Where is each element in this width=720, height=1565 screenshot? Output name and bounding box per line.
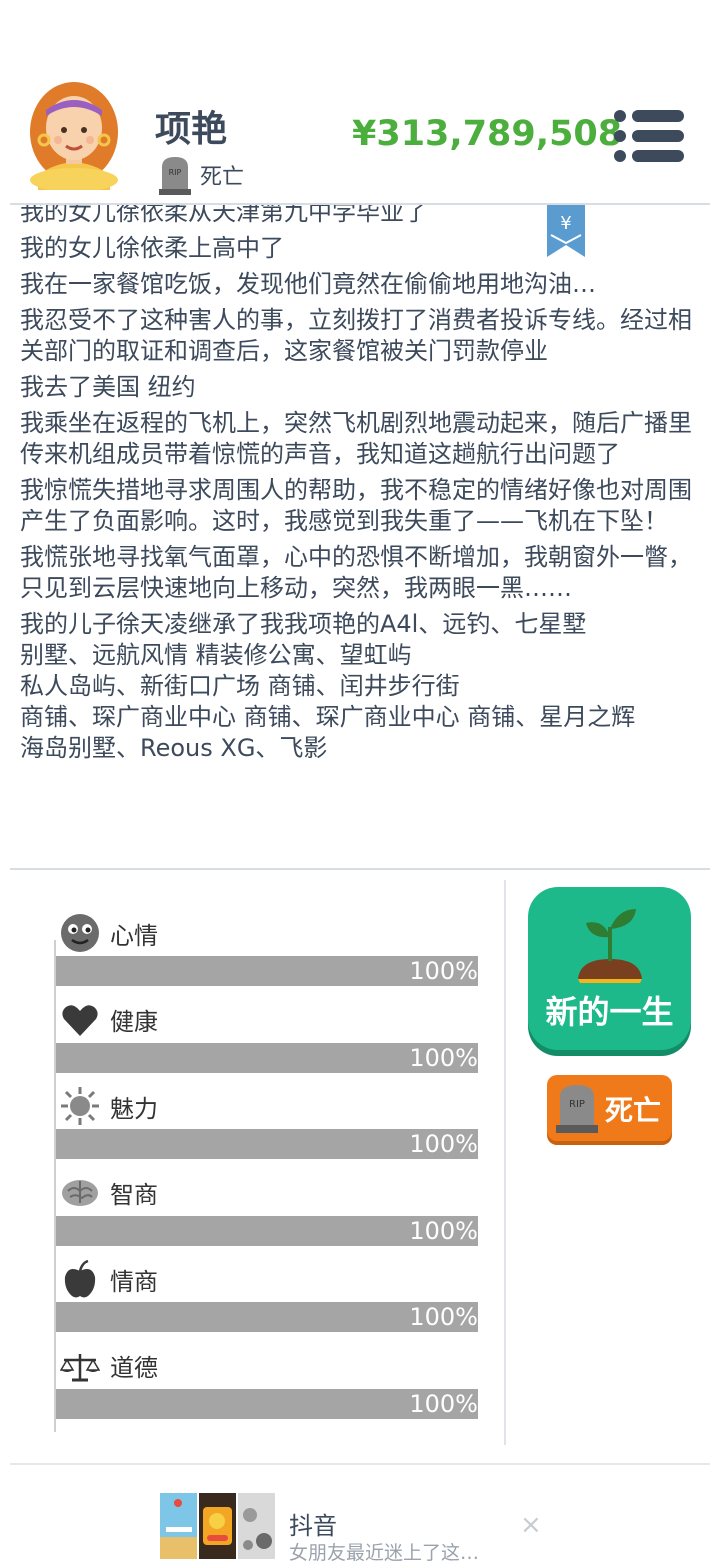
stats-panel: 心情 100% 健康 100% 魅力 100% 智商 100% 情商 100% …	[54, 905, 478, 1424]
money-bookmark-icon[interactable]: ¥	[547, 205, 585, 257]
log-entry: 商铺、琛广商业中心 商铺、琛广商业中心 商铺、星月之辉	[20, 703, 636, 731]
log-entry: 我去了美国 纽约	[20, 373, 196, 401]
stat-label: 心情	[110, 921, 158, 950]
apple-icon	[64, 1259, 96, 1298]
stat-charm: 魅力 100%	[54, 1078, 478, 1165]
stat-value: 100%	[409, 1389, 478, 1418]
life-log[interactable]: 我的女儿徐依柔从天津第九中学毕业了 我的女儿徐依柔上高中了 我在一家餐馆吃饭，发…	[20, 205, 710, 835]
log-entry: 海岛别墅、Reous XG、飞影	[20, 734, 328, 762]
die-label: 死亡	[605, 1094, 662, 1127]
stat-mood: 心情 100%	[54, 905, 478, 992]
face-icon	[61, 914, 99, 952]
ad-thumbnail	[160, 1493, 197, 1559]
section-divider	[10, 868, 710, 870]
brain-icon	[62, 1179, 98, 1206]
stat-value: 100%	[409, 1043, 478, 1072]
log-entry: 别墅、远航风情 精装修公寓、望虹屿	[20, 641, 412, 669]
avatar	[30, 82, 118, 190]
stat-iq: 智商 100%	[54, 1165, 478, 1252]
log-entry: 我在一家餐馆吃饭，发现他们竟然在偷偷地用地沟油…	[20, 270, 596, 298]
stat-eq: 情商 100%	[54, 1251, 478, 1338]
stat-bar: 100%	[56, 1215, 478, 1246]
menu-icon[interactable]	[612, 108, 686, 164]
svg-text:¥: ¥	[560, 213, 571, 234]
heart-icon	[62, 1004, 98, 1036]
svg-text:RIP: RIP	[569, 1099, 585, 1110]
stat-value: 100%	[409, 1130, 478, 1158]
ad-thumbnail	[199, 1493, 236, 1559]
log-entry: 我的女儿徐依柔上高中了	[20, 234, 284, 262]
log-entry: 我惊慌失措地寻求周围人的帮助，我不稳定的情绪好像也对周围产生了负面影响。这时，我…	[20, 476, 692, 535]
money-balance: ¥313,789,508	[352, 114, 623, 154]
sun-icon	[61, 1087, 99, 1125]
tombstone-icon: RIP	[159, 157, 191, 195]
stat-bar: 100%	[56, 1042, 478, 1073]
svg-text:RIP: RIP	[169, 168, 182, 177]
stat-morality: 道德 100%	[54, 1338, 478, 1425]
ad-subtitle: 女朋友最近迷上了这…	[289, 1542, 480, 1564]
log-entry: 私人岛屿、新街口广场 商铺、闰井步行街	[20, 672, 460, 700]
stat-bar: 100%	[56, 1388, 478, 1419]
ad-title: 抖音	[289, 1512, 337, 1540]
stat-label: 健康	[110, 1008, 158, 1036]
stat-label: 情商	[110, 1267, 158, 1296]
stat-health: 健康 100%	[54, 992, 478, 1079]
log-entry: 我乘坐在返程的飞机上，突然飞机剧烈地震动起来，随后广播里传来机组成员带着惊慌的声…	[20, 409, 692, 468]
status-label: 死亡	[200, 165, 245, 190]
stat-value: 100%	[409, 1303, 478, 1331]
panel-separator	[504, 880, 506, 1445]
scale-icon	[60, 1353, 100, 1381]
tombstone-icon: RIP	[556, 1085, 598, 1133]
log-entry: 我的儿子徐天凌继承了我我项艳的A4l、远钓、七星墅	[20, 610, 587, 638]
sprout-icon	[578, 909, 642, 983]
stat-label: 魅力	[110, 1094, 158, 1123]
new-life-label: 新的一生	[545, 993, 674, 1031]
ad-thumbnail	[238, 1493, 275, 1559]
status-row: RIP 死亡	[158, 155, 244, 195]
stat-bar: 100%	[56, 956, 478, 986]
log-entry: 我的女儿徐依柔从天津第九中学毕业了	[20, 205, 428, 226]
ad-banner[interactable]: 抖音 女朋友最近迷上了这… ×	[160, 1492, 560, 1564]
header: 项艳 RIP 死亡 ¥313,789,508	[0, 0, 720, 205]
stat-bar: 100%	[56, 1302, 478, 1332]
stat-value: 100%	[409, 957, 478, 985]
close-icon[interactable]: ×	[520, 1510, 542, 1540]
new-life-button[interactable]: 新的一生	[528, 887, 691, 1050]
stat-label: 道德	[110, 1354, 158, 1382]
player-name: 项艳	[155, 109, 228, 150]
stat-label: 智商	[110, 1181, 158, 1209]
die-button[interactable]: RIP 死亡	[547, 1075, 672, 1141]
footer-divider	[10, 1463, 710, 1465]
log-entry: 我慌张地寻找氧气面罩，心中的恐惧不断增加，我朝窗外一瞥，只见到云层快速地向上移动…	[20, 543, 692, 602]
log-entry: 我忍受不了这种害人的事，立刻拨打了消费者投诉专线。经过相关部门的取证和调查后，这…	[20, 306, 692, 365]
stat-bar: 100%	[56, 1129, 478, 1159]
stat-value: 100%	[409, 1216, 478, 1245]
